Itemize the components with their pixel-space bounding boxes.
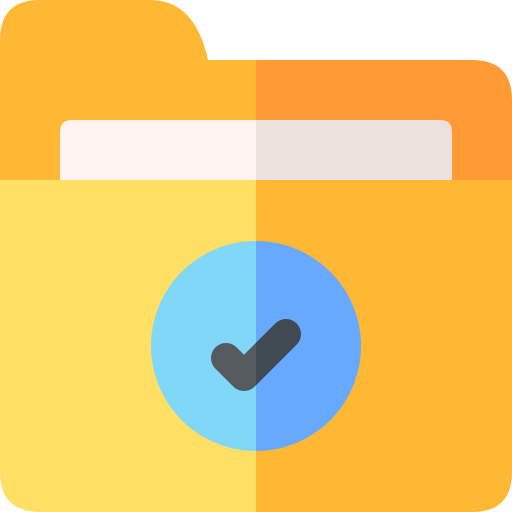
folder-check-icon xyxy=(0,0,512,512)
folder-check-icon-canvas xyxy=(0,0,512,512)
